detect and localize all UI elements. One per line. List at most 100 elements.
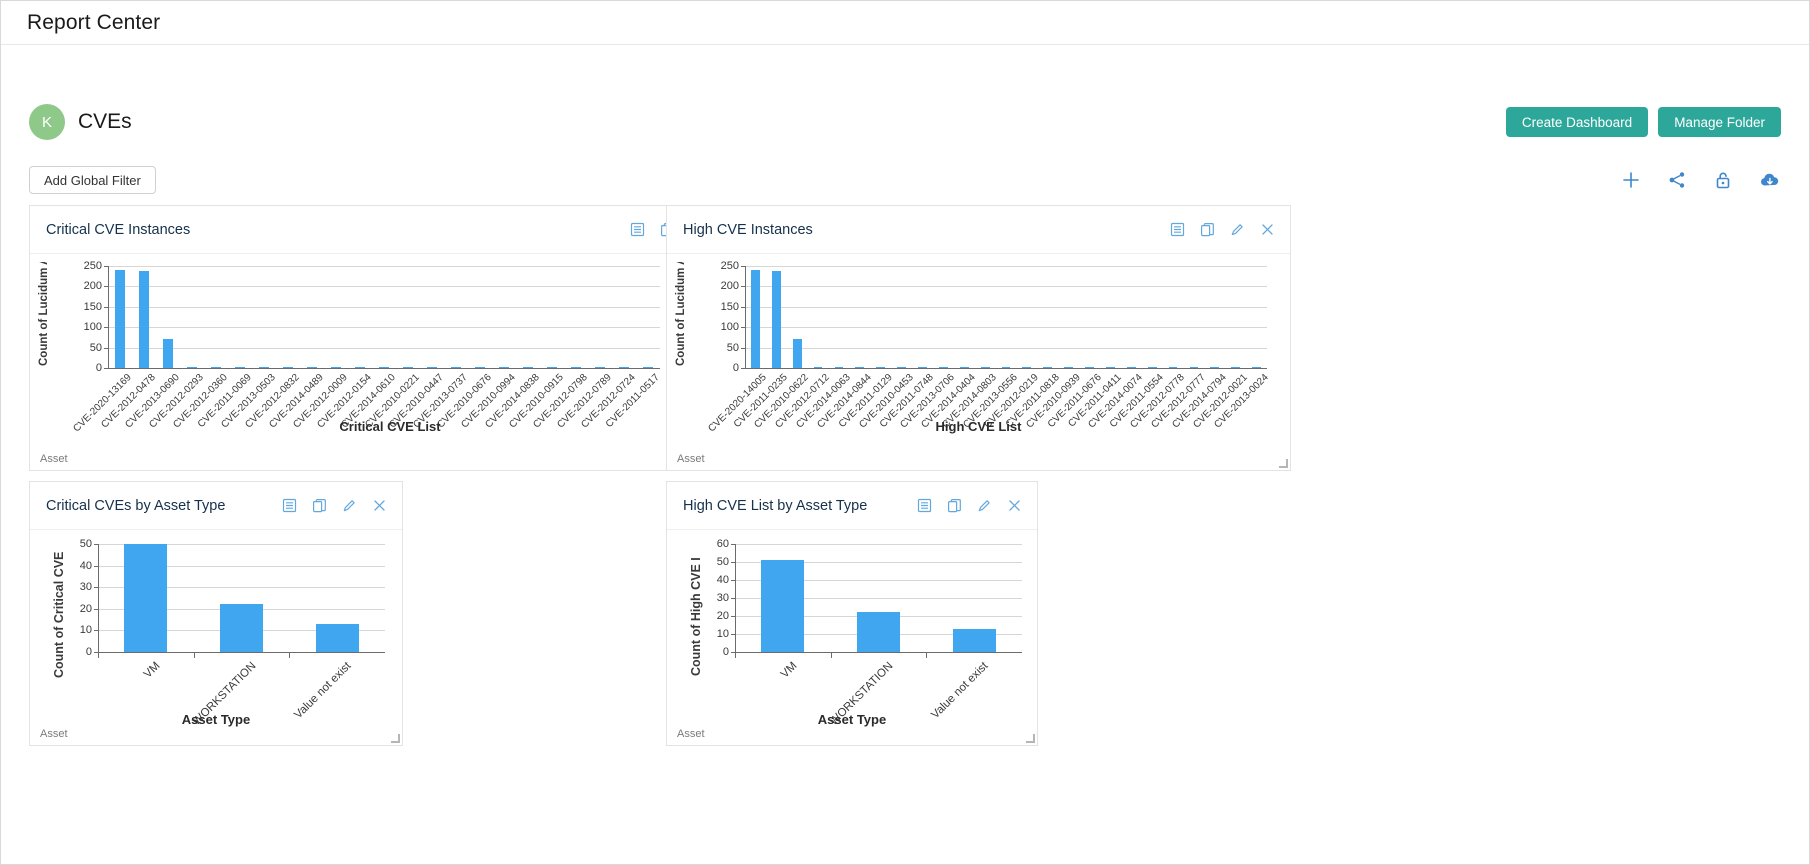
y-tick-label: 0: [722, 646, 729, 658]
chart-bar[interactable]: [876, 366, 886, 368]
close-icon[interactable]: [1259, 221, 1276, 238]
table-view-icon[interactable]: [1169, 221, 1186, 238]
y-axis-line: [98, 544, 99, 652]
chart-bar[interactable]: [1106, 366, 1115, 368]
chart-gridline: [745, 266, 1267, 267]
chart-bar[interactable]: [938, 366, 948, 368]
chart-bar[interactable]: [618, 366, 630, 368]
panel-resize-handle[interactable]: [391, 734, 400, 743]
chart-bar[interactable]: [594, 366, 606, 368]
chart-bar[interactable]: [402, 366, 414, 368]
chart-bar[interactable]: [1252, 366, 1261, 368]
close-icon[interactable]: [371, 497, 388, 514]
add-icon[interactable]: [1621, 170, 1641, 190]
manage-folder-button[interactable]: Manage Folder: [1658, 107, 1781, 137]
chart-bar[interactable]: [450, 366, 462, 368]
y-axis-line: [735, 544, 736, 652]
panel-resize-handle[interactable]: [1026, 734, 1035, 743]
table-view-icon[interactable]: [629, 221, 646, 238]
chart-bar[interactable]: [1126, 366, 1136, 368]
panel-footer-source: Asset: [40, 453, 68, 465]
chart-bar[interactable]: [980, 366, 990, 368]
dashboard-tools: [1621, 170, 1781, 190]
chart-bar[interactable]: [570, 366, 582, 368]
chart-bar[interactable]: [474, 366, 486, 368]
chart-bar[interactable]: [234, 366, 246, 368]
x-axis-line: [735, 652, 1022, 653]
add-global-filter-button[interactable]: Add Global Filter: [29, 166, 156, 194]
panel-chart: Count of Lucidum Asse 0 50 100 150 200 250 CVE…: [667, 254, 1290, 471]
edit-icon[interactable]: [976, 497, 993, 514]
panel-footer-source: Asset: [677, 453, 705, 465]
share-icon[interactable]: [1667, 170, 1687, 190]
table-view-icon[interactable]: [916, 497, 933, 514]
chart-bar[interactable]: [642, 366, 654, 368]
chart-bar[interactable]: [952, 628, 996, 652]
unlock-icon[interactable]: [1713, 170, 1733, 190]
y-axis-line: [745, 266, 746, 368]
chart-bar[interactable]: [138, 270, 150, 368]
chart-bar[interactable]: [258, 366, 270, 368]
chart-bar[interactable]: [210, 366, 222, 368]
y-tick-label: 200: [720, 280, 739, 293]
chart-bar[interactable]: [918, 366, 927, 368]
chart-bar[interactable]: [1043, 366, 1053, 368]
y-tick-label: 50: [79, 538, 92, 550]
chart-bar[interactable]: [315, 623, 359, 652]
panel-actions: [281, 497, 388, 514]
x-axis-title: Asset Type: [817, 712, 887, 727]
chart-bar[interactable]: [546, 366, 558, 368]
chart-bar[interactable]: [751, 270, 760, 368]
chart-bar[interactable]: [186, 366, 198, 368]
chart-bar[interactable]: [1022, 366, 1032, 368]
chart-bar[interactable]: [1168, 366, 1178, 368]
chart-bar[interactable]: [306, 366, 318, 368]
x-tick-mark: [193, 653, 195, 658]
chart-bar[interactable]: [522, 366, 534, 368]
chart-bar[interactable]: [354, 366, 366, 368]
close-icon[interactable]: [1006, 497, 1023, 514]
edit-icon[interactable]: [1229, 221, 1246, 238]
y-tick-label: 10: [79, 624, 92, 637]
chart-bar[interactable]: [1001, 366, 1011, 368]
chart-bar[interactable]: [813, 366, 823, 368]
chart-bar[interactable]: [1231, 366, 1241, 368]
chart-bar[interactable]: [959, 366, 969, 368]
duplicate-icon[interactable]: [311, 497, 328, 514]
chart-bar[interactable]: [834, 366, 844, 368]
chart-bar[interactable]: [855, 366, 865, 368]
chart-bar[interactable]: [771, 270, 781, 368]
chart-bar[interactable]: [1189, 366, 1199, 368]
x-tick-mark: [289, 653, 291, 658]
edit-icon[interactable]: [341, 497, 358, 514]
table-view-icon[interactable]: [281, 497, 298, 514]
chart-bar[interactable]: [114, 270, 126, 368]
duplicate-icon[interactable]: [1199, 221, 1216, 238]
y-tick-label: 100: [83, 321, 102, 334]
chart-bar[interactable]: [378, 366, 390, 368]
chart-bar[interactable]: [219, 604, 264, 652]
chart-bar[interactable]: [1085, 366, 1094, 368]
chart-bar[interactable]: [282, 366, 294, 368]
chart-bar[interactable]: [498, 366, 510, 368]
chart-critical-cve-instances: Count of Lucidum Asse 0 50 100 150 200 250 CVE…: [30, 254, 750, 471]
create-dashboard-button[interactable]: Create Dashboard: [1505, 107, 1649, 137]
chart-bar[interactable]: [1147, 366, 1157, 368]
panel-critical-cves-by-asset-type: Critical CVEs by Asset Type Count of Cri…: [29, 481, 403, 746]
chart-bar[interactable]: [330, 366, 342, 368]
duplicate-icon[interactable]: [946, 497, 963, 514]
filter-toolbar: Add Global Filter: [1, 155, 1809, 205]
chart-bar[interactable]: [1064, 366, 1074, 368]
panel-resize-handle[interactable]: [1279, 459, 1288, 468]
y-tick-label: 200: [83, 280, 102, 293]
chart-bar[interactable]: [856, 612, 901, 652]
chart-bar[interactable]: [761, 560, 805, 652]
chart-bar[interactable]: [1210, 366, 1220, 368]
chart-bar[interactable]: [124, 544, 168, 652]
chart-bar[interactable]: [897, 366, 906, 368]
chart-bar[interactable]: [426, 366, 438, 368]
chart-bar[interactable]: [162, 339, 174, 368]
cloud-download-icon[interactable]: [1759, 170, 1781, 190]
chart-bar[interactable]: [792, 339, 802, 368]
panel-high-cve-instances: High CVE Instances Count of Lucidum Asse…: [666, 205, 1291, 471]
